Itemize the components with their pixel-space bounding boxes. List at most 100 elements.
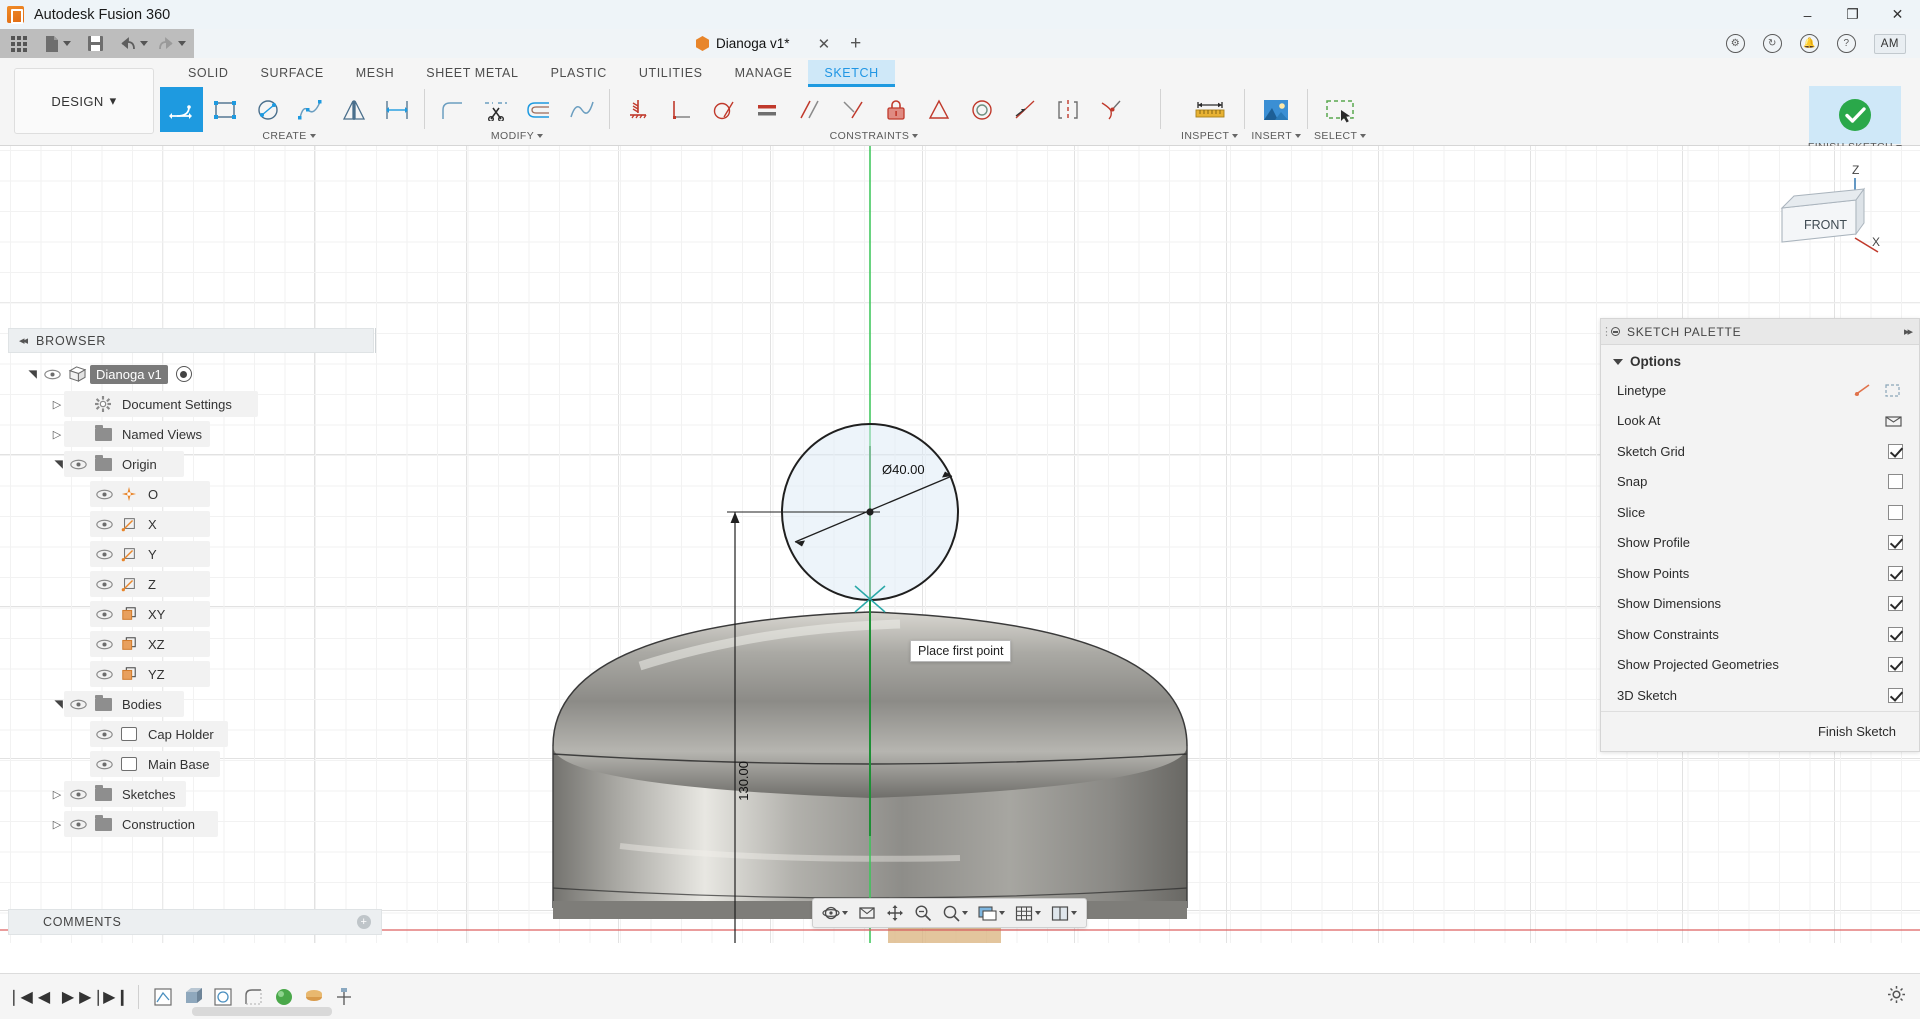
browser-item-document-settings[interactable]: Document Settings xyxy=(8,389,382,419)
linetype-normal-icon[interactable] xyxy=(1853,382,1872,399)
perpendicular-constraint-button[interactable] xyxy=(659,87,702,132)
zoom-button[interactable] xyxy=(909,901,937,925)
palette-row-3d-sketch[interactable]: 3D Sketch xyxy=(1601,680,1919,711)
palette-expand-icon[interactable]: ▸▸ xyxy=(1904,325,1913,338)
equal-constraint-button[interactable] xyxy=(745,87,788,132)
diameter-dimension-label[interactable]: Ø40.00 xyxy=(882,462,925,477)
comments-bar[interactable]: COMMENTS + xyxy=(8,909,382,935)
browser-item-bodies[interactable]: Bodies xyxy=(8,689,382,719)
timeline-jump-end-button[interactable]: ▶❙ xyxy=(103,983,129,1011)
visibility-eye-icon[interactable] xyxy=(66,459,90,470)
visibility-eye-icon[interactable] xyxy=(66,789,90,800)
checkbox-show-profile[interactable] xyxy=(1888,535,1903,551)
redo-icon[interactable] xyxy=(152,29,190,58)
offset-tool-button[interactable] xyxy=(517,87,560,132)
browser-item-origin[interactable]: Origin xyxy=(8,449,382,479)
expand-arrow-open-icon[interactable] xyxy=(22,368,40,381)
checkbox-show-dimensions[interactable] xyxy=(1888,596,1903,612)
trim-tool-button[interactable] xyxy=(474,87,517,132)
visibility-eye-icon[interactable] xyxy=(92,669,116,680)
visibility-eye-icon[interactable] xyxy=(66,819,90,830)
palette-row-sketch-grid[interactable]: Sketch Grid xyxy=(1601,436,1919,467)
notifications-bell-icon[interactable]: 🔔 xyxy=(1799,34,1819,53)
expand-arrow-closed-icon[interactable] xyxy=(48,398,66,411)
browser-item-named-views[interactable]: Named Views xyxy=(8,419,382,449)
finish-sketch-button[interactable] xyxy=(1808,86,1901,144)
modify-dropdown-icon[interactable] xyxy=(537,134,544,138)
linetype-construction-icon[interactable] xyxy=(1884,382,1903,399)
tangent-constraint-button[interactable] xyxy=(702,87,745,132)
timeline-feature-sketch[interactable] xyxy=(149,982,179,1012)
spline-tool-button[interactable] xyxy=(289,87,332,132)
tab-surface[interactable]: SURFACE xyxy=(245,60,340,87)
account-avatar[interactable]: AM xyxy=(1873,33,1906,54)
inspect-dropdown-icon[interactable] xyxy=(1232,134,1239,138)
new-file-icon[interactable] xyxy=(38,29,76,58)
tab-plastic[interactable]: PLASTIC xyxy=(535,60,623,87)
browser-collapse-icon[interactable]: ◂◂ xyxy=(19,334,28,347)
timeline-jump-start-button[interactable]: ❘◀ xyxy=(7,983,33,1011)
palette-row-slice[interactable]: Slice xyxy=(1601,497,1919,528)
browser-item-yz[interactable]: YZ xyxy=(8,659,382,689)
fix-ground-constraint-button[interactable] xyxy=(616,87,659,132)
visibility-eye-icon[interactable] xyxy=(92,759,116,770)
browser-item-y[interactable]: Y xyxy=(8,539,382,569)
tab-sketch[interactable]: SKETCH xyxy=(808,60,896,87)
horizontal-vertical-constraint-button[interactable] xyxy=(831,87,874,132)
view-cube[interactable]: Z X FRONT xyxy=(1760,160,1880,265)
vertical-dimension-label[interactable]: 130.00 xyxy=(736,761,751,801)
visibility-eye-icon[interactable] xyxy=(92,579,116,590)
palette-row-linetype[interactable]: Linetype xyxy=(1601,375,1919,406)
recent-icon[interactable]: ↻ xyxy=(1762,34,1782,53)
settings-gear-icon[interactable] xyxy=(1887,985,1906,1009)
tab-sheet-metal[interactable]: SHEET METAL xyxy=(410,60,534,87)
visibility-eye-icon[interactable] xyxy=(92,489,116,500)
expand-arrow-closed-icon[interactable] xyxy=(48,788,66,801)
midpoint-constraint-button[interactable] xyxy=(917,87,960,132)
checkbox-3d-sketch[interactable] xyxy=(1888,687,1903,703)
timeline-feature-move[interactable] xyxy=(329,982,359,1012)
extensions-icon[interactable]: ⚙ xyxy=(1725,34,1745,53)
maximize-button[interactable]: ❐ xyxy=(1830,0,1875,29)
checkbox-show-points[interactable] xyxy=(1888,565,1903,581)
parallel-constraint-button[interactable] xyxy=(788,87,831,132)
palette-row-snap[interactable]: Snap xyxy=(1601,467,1919,498)
palette-row-look-at[interactable]: Look At xyxy=(1601,406,1919,437)
line-tool-button[interactable] xyxy=(160,87,203,132)
expand-arrow-open-icon[interactable] xyxy=(48,698,66,711)
fix-constraint-button[interactable] xyxy=(874,87,917,132)
fit-button[interactable] xyxy=(937,901,973,925)
checkbox-slice[interactable] xyxy=(1888,504,1903,520)
look-at-button[interactable] xyxy=(853,901,881,925)
browser-item-main-base[interactable]: Main Base xyxy=(8,749,382,779)
constraints-dropdown-icon[interactable] xyxy=(912,134,919,138)
add-comment-icon[interactable]: + xyxy=(357,915,371,929)
visibility-eye-icon[interactable] xyxy=(66,699,90,710)
timeline-play-button[interactable]: ▶ xyxy=(56,983,80,1011)
browser-item-xy[interactable]: XY xyxy=(8,599,382,629)
mirror-tool-button[interactable] xyxy=(332,87,375,132)
pan-button[interactable] xyxy=(881,901,909,925)
browser-item-z[interactable]: Z xyxy=(8,569,382,599)
checkbox-show-projected-geometries[interactable] xyxy=(1888,657,1903,673)
browser-item-x[interactable]: X xyxy=(8,509,382,539)
curvature-constraint-button[interactable] xyxy=(1089,87,1132,132)
visibility-eye-icon[interactable] xyxy=(92,609,116,620)
palette-row-show-constraints[interactable]: Show Constraints xyxy=(1601,619,1919,650)
palette-row-show-points[interactable]: Show Points xyxy=(1601,558,1919,589)
select-window-button[interactable] xyxy=(1319,87,1362,132)
workspace-switcher[interactable]: DESIGN ▾ xyxy=(14,68,154,134)
measure-tool-button[interactable] xyxy=(1188,87,1231,132)
collinear-constraint-button[interactable] xyxy=(1003,87,1046,132)
rectangle-tool-button[interactable] xyxy=(203,87,246,132)
document-tab-dianoga[interactable]: Dianoga v1* xyxy=(682,29,804,58)
activate-component-radio[interactable] xyxy=(175,366,192,382)
modeling-canvas[interactable]: Ø40.00 130.00 Place first point -125 -10… xyxy=(0,146,1920,943)
tab-utilities[interactable]: UTILITIES xyxy=(623,60,719,87)
close-window-button[interactable]: ✕ xyxy=(1875,0,1920,29)
browser-item-o[interactable]: O xyxy=(8,479,382,509)
sketch-dimension-button[interactable] xyxy=(375,87,418,132)
orbit-button[interactable] xyxy=(817,901,853,925)
checkbox-sketch-grid[interactable] xyxy=(1888,443,1903,459)
symmetry-constraint-button[interactable] xyxy=(1046,87,1089,132)
